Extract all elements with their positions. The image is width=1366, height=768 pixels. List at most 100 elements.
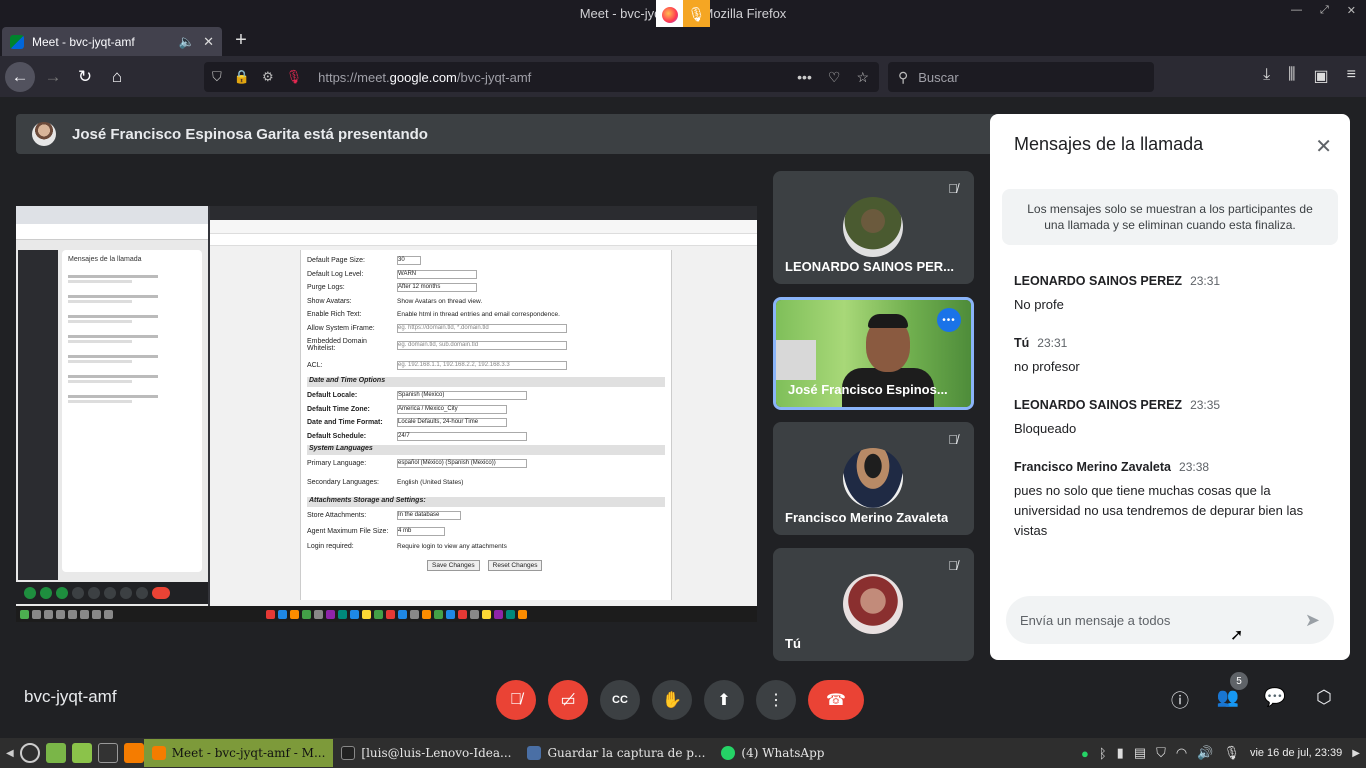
tab-meet[interactable]: Meet - bvc-jyqt-amf 🔈 ✕ (2, 27, 222, 56)
shield-tray-icon[interactable]: ⛉ (1156, 745, 1166, 761)
microphone-toggle-button[interactable]: 🎙̸ (496, 680, 536, 720)
firefox-icon (151, 746, 166, 760)
minimize-button[interactable]: — (1291, 4, 1302, 17)
camera-toggle-button[interactable]: ▭̸ (548, 680, 588, 720)
message-time: 23:31 (1190, 274, 1221, 288)
clipboard-icon[interactable]: ▤ (1134, 745, 1146, 761)
taskbar-right-arrow-icon[interactable]: ▶ (1352, 748, 1360, 759)
microphone-permission-icon[interactable]: 🎙 (286, 69, 303, 85)
volume-icon[interactable]: 🔊 (1197, 745, 1213, 761)
captions-button[interactable]: CC (600, 680, 640, 720)
chat-input[interactable]: Envía un mensaje a todos ➤ (1006, 596, 1334, 644)
permissions-icon[interactable]: ⚙ (262, 69, 274, 85)
message-time: 23:38 (1179, 460, 1210, 474)
participant-count-badge: 5 (1230, 672, 1248, 690)
people-icon[interactable]: 👥 (1215, 687, 1241, 713)
meet-favicon-icon (10, 34, 24, 49)
page-actions-icon[interactable]: ••• (797, 69, 812, 86)
lock-icon[interactable]: 🔒 (234, 69, 250, 85)
whatsapp-tray-icon[interactable]: ● (1081, 746, 1089, 761)
chat-message: Francisco Merino Zavaleta 23:38 pues no s… (1014, 460, 1330, 541)
shield-icon[interactable]: ⛉ (212, 69, 222, 85)
pocket-icon[interactable]: ♡ (828, 69, 841, 86)
chat-icon[interactable]: 💬 (1262, 687, 1288, 713)
participant-tile-leonardo[interactable]: 🎙̸ LEONARDO SAINOS PER... (773, 171, 974, 284)
new-tab-button[interactable]: + (230, 29, 252, 52)
close-tab-icon[interactable]: ✕ (203, 34, 214, 50)
participant-tile-francisco[interactable]: 🎙̸ Francisco Merino Zavaleta (773, 422, 974, 535)
file-manager-icon[interactable] (71, 743, 92, 763)
terminal-icon[interactable] (97, 743, 118, 763)
sidebar-icon[interactable]: ▣ (1314, 66, 1329, 86)
tab-title: Meet - bvc-jyqt-amf (32, 34, 135, 49)
url-text[interactable]: https://meet.google.com/bvc-jyqt-amf (318, 70, 785, 85)
avatar (843, 448, 903, 508)
library-icon[interactable]: ⫼ (1288, 66, 1295, 86)
home-button[interactable]: ⌂ (102, 62, 132, 92)
chat-message: LEONARDO SAINOS PEREZ 23:31 No profe (1014, 274, 1330, 315)
presenter-banner: José Francisco Espinosa Garita está pres… (16, 114, 996, 154)
chat-message: Tú 23:31 no profesor (1014, 336, 1330, 377)
bookmark-star-icon[interactable]: ☆ (856, 69, 869, 86)
taskbar-item-terminal[interactable]: [luis@luis-Lenovo-Idea... (333, 739, 519, 767)
participant-name: José Francisco Espinos... (788, 382, 948, 397)
present-screen-button[interactable]: ⬆ (704, 680, 744, 720)
participant-tile-jose[interactable]: ••• José Francisco Espinos... (773, 297, 974, 410)
maximize-button[interactable]: ⤢ (1320, 4, 1329, 17)
shared-chat-panel: Mensajes de la llamada (62, 250, 202, 572)
message-time: 23:35 (1190, 398, 1221, 412)
participant-tile-self[interactable]: 🎙̸ Tú (773, 548, 974, 661)
clock[interactable]: vie 16 de jul, 23:39 (1250, 747, 1342, 759)
sharing-indicator[interactable]: 🎙 (656, 0, 710, 29)
more-vert-icon: ⋮ (768, 692, 784, 709)
camera-icon (527, 746, 542, 760)
close-window-button[interactable]: ✕ (1347, 4, 1356, 17)
menu-icon[interactable]: ≡ (1347, 66, 1356, 86)
url-bar[interactable]: ⛉ 🔒 ⚙ 🎙 https://meet.google.com/bvc-jyqt… (204, 62, 879, 92)
more-options-button[interactable]: ⋮ (756, 680, 796, 720)
back-button[interactable]: ← (5, 62, 35, 92)
mouse-cursor-icon: ➚ (1230, 627, 1244, 644)
activities-icon[interactable]: ⬡ (1311, 687, 1337, 713)
bluetooth-icon[interactable]: ᛒ (1099, 746, 1107, 761)
presenter-avatar (32, 122, 56, 146)
mic-off-icon: 🎙̸ (948, 432, 958, 447)
battery-icon[interactable]: ▮ (1117, 745, 1124, 761)
downloads-icon[interactable]: ⤓ (1263, 66, 1270, 86)
raise-hand-button[interactable]: ✋ (652, 680, 692, 720)
hand-icon: ✋ (662, 692, 682, 709)
chat-input-placeholder: Envía un mensaje a todos (1020, 612, 1171, 628)
microphone-icon: 🎙 (683, 0, 710, 29)
reload-button[interactable]: ↻ (70, 62, 100, 92)
whatsapp-icon (721, 746, 736, 760)
meeting-info-icon[interactable]: ⓘ (1167, 687, 1193, 713)
wifi-icon[interactable]: ◠ (1176, 745, 1187, 761)
presenter-text: José Francisco Espinosa Garita está pres… (72, 125, 428, 143)
message-time: 23:31 (1037, 336, 1068, 350)
forward-button[interactable]: → (38, 62, 68, 92)
shared-participant-column (18, 250, 58, 580)
speaking-indicator-icon: ••• (937, 308, 961, 332)
message-text: no profesor (1014, 359, 1080, 374)
chat-title: Mensajes de la llamada (1014, 134, 1204, 154)
taskbar-item-screenshot[interactable]: Guardar la captura de p... (519, 739, 713, 767)
settings-form: Default Page Size: 30 Default Log Level: W… (300, 250, 672, 600)
microphone-tray-icon[interactable]: 🎙 (1223, 745, 1240, 761)
participant-name: LEONARDO SAINOS PER... (785, 259, 955, 274)
tab-bar: Meet - bvc-jyqt-amf 🔈 ✕ + (0, 27, 1366, 56)
avatar (843, 574, 903, 634)
start-menu-icon[interactable] (19, 743, 40, 763)
message-text: Bloqueado (1014, 421, 1077, 436)
taskbar-left-arrow-icon[interactable]: ◀ (6, 748, 14, 759)
firefox-launcher-icon[interactable] (123, 743, 144, 763)
speaker-icon[interactable]: 🔈 (179, 34, 195, 50)
leave-call-button[interactable]: ☎ (808, 680, 864, 720)
send-icon[interactable]: ➤ (1305, 610, 1334, 631)
participant-name: Francisco Merino Zavaleta (785, 510, 949, 525)
participant-name: Tú (785, 636, 801, 651)
desktop-icon[interactable] (45, 743, 66, 763)
taskbar-item-meet[interactable]: Meet - bvc-jyqt-amf - M... (143, 739, 334, 767)
taskbar-item-whatsapp[interactable]: (4) WhatsApp (713, 739, 832, 767)
close-chat-icon[interactable]: ✕ (1315, 134, 1332, 159)
search-bar[interactable]: ⚲ Buscar (888, 62, 1154, 92)
